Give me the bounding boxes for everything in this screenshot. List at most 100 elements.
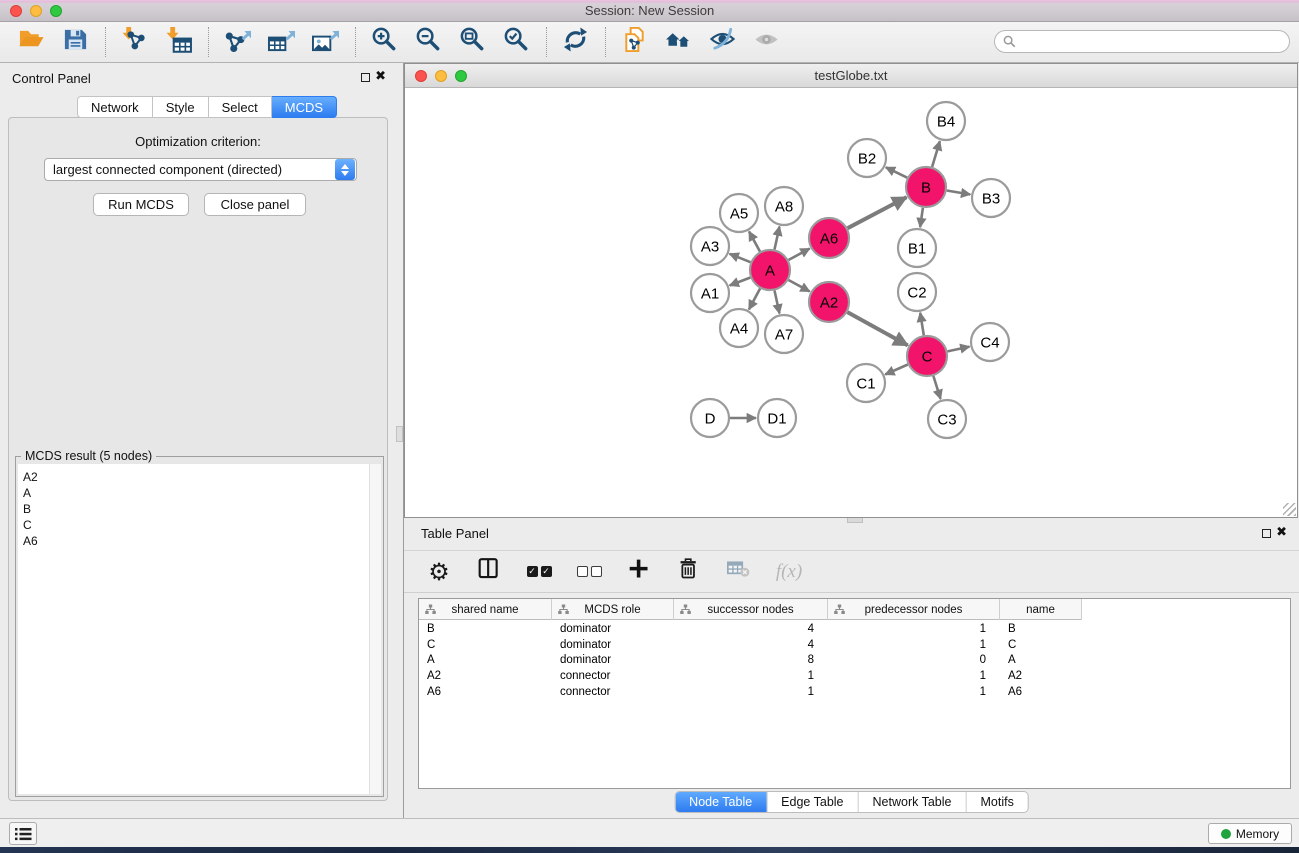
import-network-button[interactable] [116,25,152,59]
open-session-button[interactable] [13,25,49,59]
column-header-name[interactable]: name [1000,599,1082,620]
apply-layout-button[interactable] [557,25,593,59]
show-panels-button[interactable] [9,822,37,845]
edge-A2-C[interactable] [847,312,907,345]
table-row[interactable]: A6connector11A6 [419,684,1290,700]
save-session-button[interactable] [57,25,93,59]
graph-node-A8[interactable]: A8 [765,187,803,225]
column-header-predecessor-nodes[interactable]: predecessor nodes [828,599,1000,620]
result-list-item[interactable]: A6 [18,533,381,549]
graph-node-A5[interactable]: A5 [720,194,758,232]
edge-B-B2[interactable] [886,167,907,177]
edge-B-B3[interactable] [947,191,971,195]
network-window-titlebar[interactable]: testGlobe.txt [405,64,1297,88]
edge-B-B4[interactable] [932,141,940,167]
tab-network-table[interactable]: Network Table [858,792,966,812]
edge-C-C2[interactable] [920,313,924,336]
float-panel-icon[interactable] [361,73,370,82]
edge-A-A1[interactable] [730,278,751,286]
export-image-button[interactable] [307,25,343,59]
create-column-button[interactable] [624,556,654,588]
edge-A-A5[interactable] [749,231,760,251]
close-panel-icon[interactable]: ✖ [375,68,386,84]
delete-table-button[interactable] [724,556,754,588]
table-row[interactable]: A2connector11A2 [419,668,1290,684]
graph-node-A3[interactable]: A3 [691,227,729,265]
edge-A-A7[interactable] [775,291,780,314]
memory-button[interactable]: Memory [1208,823,1292,844]
edge-C-C4[interactable] [948,347,970,352]
zoom-in-button[interactable] [366,25,402,59]
new-network-from-selection-button[interactable] [616,25,652,59]
search-box[interactable] [994,30,1290,53]
column-settings-button[interactable]: ⚙ [424,556,454,588]
result-list-scrollbar[interactable] [369,464,381,794]
graph-node-A7[interactable]: A7 [765,315,803,353]
run-mcds-button[interactable]: Run MCDS [93,193,189,216]
deselect-all-button[interactable] [574,556,604,588]
result-list-item[interactable]: C [18,517,381,533]
graph-node-A4[interactable]: A4 [720,309,758,347]
optimization-criterion-select[interactable]: largest connected component (directed) [44,158,357,181]
graph-node-A6[interactable]: A6 [809,218,849,258]
close-panel-button[interactable]: Close panel [204,193,306,216]
graph-node-A2[interactable]: A2 [809,282,849,322]
table-row[interactable]: Cdominator41C [419,637,1290,653]
graph-node-B4[interactable]: B4 [927,102,965,140]
graph-node-C4[interactable]: C4 [971,323,1009,361]
show-all-button[interactable] [748,25,784,59]
graph-node-C1[interactable]: C1 [847,364,885,402]
graph-node-A1[interactable]: A1 [691,274,729,312]
edge-A-A6[interactable] [789,249,810,261]
vertical-splitter[interactable] [396,63,404,818]
tab-style[interactable]: Style [153,96,209,118]
column-header-successor-nodes[interactable]: successor nodes [674,599,828,620]
edge-A-A4[interactable] [749,289,760,310]
close-table-panel-icon[interactable]: ✖ [1276,524,1287,540]
tab-network[interactable]: Network [77,96,153,118]
export-network-button[interactable] [219,25,255,59]
graph-node-B2[interactable]: B2 [848,139,886,177]
function-builder-button[interactable]: f(x) [774,556,804,588]
graph-node-D1[interactable]: D1 [758,399,796,437]
import-table-button[interactable] [160,25,196,59]
edge-A-A2[interactable] [789,280,810,292]
float-table-panel-icon[interactable] [1262,529,1271,538]
graph-node-C3[interactable]: C3 [928,400,966,438]
panel-mode-button[interactable] [474,556,504,588]
edge-A-A8[interactable] [775,227,780,250]
graph-node-A[interactable]: A [750,250,790,290]
edge-A6-B[interactable] [848,197,907,228]
table-row[interactable]: Bdominator41B [419,621,1290,637]
graph-node-C[interactable]: C [907,336,947,376]
zoom-fit-button[interactable] [454,25,490,59]
select-all-button[interactable]: ✓✓ [524,556,554,588]
zoom-selected-button[interactable] [498,25,534,59]
result-list-item[interactable]: A [18,485,381,501]
delete-column-button[interactable] [674,556,704,588]
graph-node-D[interactable]: D [691,399,729,437]
column-header-MCDS-role[interactable]: MCDS role [552,599,674,620]
graph-node-B1[interactable]: B1 [898,229,936,267]
graph-node-B3[interactable]: B3 [972,179,1010,217]
first-neighbors-button[interactable] [660,25,696,59]
tab-mcds[interactable]: MCDS [272,96,337,118]
tab-motifs[interactable]: Motifs [965,792,1027,812]
column-header-shared-name[interactable]: shared name [419,599,552,620]
tab-node-table[interactable]: Node Table [675,792,766,812]
graph-node-C2[interactable]: C2 [898,273,936,311]
network-canvas[interactable]: A A1 A2 A3 A4 A5 A6 A7 A8 B B1 B2 B3 B4 C C1 C2 C3 C4 D D1 [406,88,1297,517]
edge-B-B1[interactable] [920,208,923,227]
zoom-out-button[interactable] [410,25,446,59]
table-row[interactable]: Adominator80A [419,653,1290,669]
graph-node-B[interactable]: B [906,167,946,207]
network-graph[interactable]: A A1 A2 A3 A4 A5 A6 A7 A8 B B1 B2 B3 B4 C C1 C2 C3 C4 D D1 [406,88,1297,517]
mcds-result-list[interactable]: A2ABCA6 [18,464,381,794]
window-resize-grip[interactable] [1283,503,1296,516]
edge-C-C3[interactable] [933,376,940,399]
node-table[interactable]: shared nameMCDS rolesuccessor nodesprede… [418,598,1291,789]
vertical-splitter-grip[interactable] [396,426,403,442]
hide-selected-button[interactable] [704,25,740,59]
search-input[interactable] [1016,33,1289,51]
tab-select[interactable]: Select [209,96,272,118]
